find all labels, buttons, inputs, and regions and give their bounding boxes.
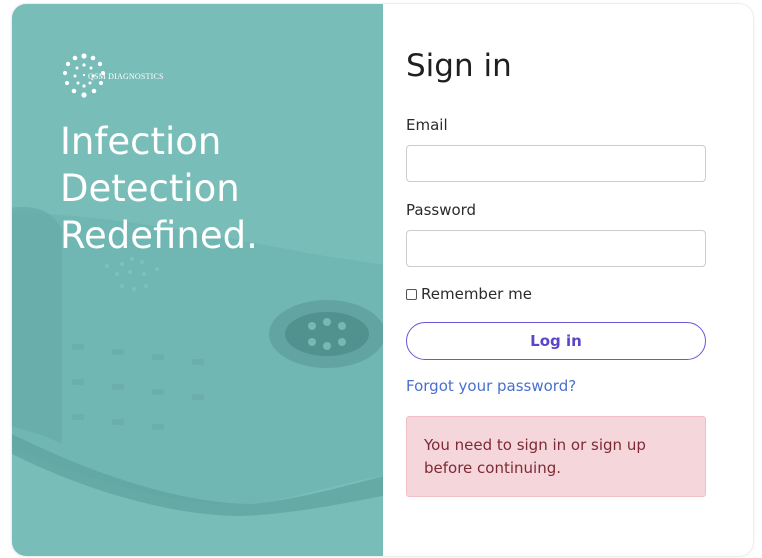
email-field[interactable] <box>406 145 706 182</box>
tagline-line-2: Detection <box>60 167 240 210</box>
brand-logo: QSM DIAGNOSTICS <box>60 52 164 100</box>
logo-text: QSM DIAGNOSTICS <box>88 72 164 81</box>
password-field[interactable] <box>406 230 706 267</box>
alert-message: You need to sign in or sign up before co… <box>406 416 706 497</box>
hero-panel: QSM DIAGNOSTICS Infection Detection Rede… <box>12 4 383 556</box>
tagline: Infection Detection Redefined. <box>60 118 258 259</box>
email-label: Email <box>406 116 448 134</box>
password-label: Password <box>406 201 477 219</box>
remember-me-checkbox[interactable] <box>406 288 417 300</box>
log-in-button[interactable]: Log in <box>406 322 706 360</box>
page-title: Sign in <box>406 48 512 84</box>
sign-in-card: QSM DIAGNOSTICS Infection Detection Rede… <box>12 4 753 556</box>
tagline-line-3: Redefined. <box>60 214 258 257</box>
forgot-password-link[interactable]: Forgot your password? <box>406 377 576 395</box>
tagline-line-1: Infection <box>60 120 222 163</box>
remember-me-label[interactable]: Remember me <box>421 285 532 303</box>
remember-me-row: Remember me <box>406 285 532 303</box>
